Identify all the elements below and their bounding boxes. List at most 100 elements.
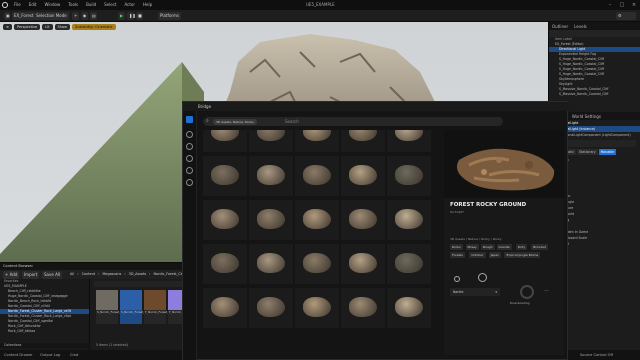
bridge-home-icon[interactable] [186,116,193,123]
bridge-asset-thumbnail[interactable] [295,244,339,284]
import-button[interactable]: Import [22,271,40,279]
bridge-downloads-icon[interactable] [186,167,193,174]
bridge-asset-thumbnail[interactable] [387,244,431,284]
mode-selector[interactable]: Selection Mode [34,12,69,20]
bridge-asset-thumbnail[interactable] [249,156,293,196]
asset-tag[interactable]: Dirty [515,244,528,250]
tab-levels[interactable]: Levels [574,24,587,29]
cmd-input[interactable]: Cmd [70,350,78,360]
add-actor-icon[interactable]: + [72,12,79,20]
save-icon[interactable]: ▣ [4,12,10,20]
bridge-asset-thumbnail[interactable] [249,200,293,240]
platforms-button[interactable]: Platforms [158,12,181,20]
output-log-button[interactable]: Output Log [40,350,60,360]
scalability-warning[interactable]: Scalability: Cinematic [71,23,116,30]
show-button[interactable]: Show [54,23,70,30]
menu-select[interactable]: Select [100,0,120,10]
asset-tag[interactable]: Outdoor [469,252,486,258]
close-icon[interactable]: × [628,0,640,10]
bridge-asset-thumbnail[interactable] [341,130,385,152]
bridge-local-icon[interactable] [186,131,193,138]
settings-button[interactable]: ⚙ [616,12,636,20]
source-control-status[interactable]: Source Control Off [580,350,613,360]
collections-header[interactable]: Collections [0,343,90,348]
menu-window[interactable]: Window [40,0,64,10]
breadcrumb-item[interactable]: Megascans [102,271,121,278]
quality-dropdown[interactable]: Nanite ▾ [450,288,500,296]
menu-build[interactable]: Build [82,0,100,10]
bridge-asset-thumbnail[interactable] [249,244,293,284]
asset-tile[interactable]: T_Nordic_Forest_Clust... [144,290,178,324]
rock-thumbnail-image [303,253,331,273]
bridge-asset-thumbnail[interactable] [341,156,385,196]
play-icon[interactable]: ▶ [118,12,125,20]
bridge-asset-thumbnail[interactable] [249,288,293,328]
bridge-asset-thumbnail[interactable] [203,244,247,284]
save-all-button[interactable]: Save All [42,271,63,279]
viewport-menu-icon[interactable]: ≡ [3,23,12,30]
bridge-asset-thumbnail[interactable] [341,200,385,240]
stop-icon[interactable]: ■ [136,12,143,20]
bridge-search[interactable]: ⌕ 3D Assets, Nature, Rocks Search [203,117,503,126]
content-drawer-button[interactable]: Content Drawer [4,350,33,360]
level-tab[interactable]: EX_Forest [12,12,36,20]
bridge-asset-thumbnail[interactable] [295,200,339,240]
mobility-movable[interactable]: Movable [598,149,617,155]
bridge-favorites-icon[interactable] [186,155,193,162]
bridge-asset-thumbnail[interactable] [203,288,247,328]
add-to-collection-icon[interactable] [454,276,460,282]
bridge-asset-thumbnail[interactable] [203,200,247,240]
asset-tag[interactable]: Japan [488,252,501,258]
rock-thumbnail-image [211,209,239,229]
lit-mode-button[interactable]: Lit [42,23,53,30]
view-mode-button[interactable]: Perspective [13,23,41,30]
asset-tile[interactable]: S_Nordic_Forest_Clust... [96,290,130,324]
menu-actor[interactable]: Actor [120,0,139,10]
pause-icon[interactable]: ❚❚ [127,12,136,20]
bridge-asset-thumbnail[interactable] [387,156,431,196]
maximize-icon[interactable]: □ [616,0,628,10]
breadcrumb-item[interactable]: 3D_Assets [129,271,147,278]
outliner-search[interactable] [549,30,640,37]
breadcrumb-item[interactable]: Content [82,271,96,278]
bridge-asset-thumbnail[interactable] [203,130,247,152]
menu-edit[interactable]: Edit [25,0,41,10]
asset-tag[interactable]: Tropical Jungle Biome [504,252,541,258]
bridge-asset-thumbnail[interactable] [387,288,431,328]
breadcrumb-item[interactable]: All [70,271,74,278]
add-button[interactable]: + Add [3,271,20,279]
bridge-asset-thumbnail[interactable] [295,288,339,328]
outliner-row[interactable]: S_Massive_Nordic_Coastal_Cliff [549,92,640,97]
cinematics-icon[interactable]: ▤ [90,12,97,20]
minimize-icon[interactable]: – [604,0,616,10]
menu-file[interactable]: File [10,0,25,10]
bridge-asset-thumbnail[interactable] [249,130,293,152]
bridge-asset-thumbnail[interactable] [203,156,247,196]
asset-tag[interactable]: Mossy [465,244,479,250]
asset-tag[interactable]: Granite [496,244,512,250]
asset-tag[interactable]: Forests [450,252,465,258]
asset-tag[interactable]: Brooded [531,244,548,250]
bridge-settings-icon[interactable] [186,179,193,186]
bridge-asset-thumbnail[interactable] [387,130,431,152]
menu-tools[interactable]: Tools [64,0,82,10]
folder-item[interactable]: Rock_Cliff_tdtkaa [0,329,89,334]
bridge-asset-thumbnail[interactable] [387,200,431,240]
bridge-asset-thumbnail[interactable] [295,130,339,152]
bridge-asset-thumbnail[interactable] [341,288,385,328]
bridge-asset-thumbnail[interactable] [295,156,339,196]
more-options-icon[interactable]: ⋯ [544,288,549,294]
asset-tag[interactable]: Rough [481,244,495,250]
tab-outliner[interactable]: Outliner [552,24,568,29]
bridge-collections-icon[interactable] [186,143,193,150]
bridge-asset-thumbnail[interactable] [341,244,385,284]
blueprint-icon[interactable]: ◆ [81,12,88,20]
asset-tag[interactable]: Rocks [450,244,463,250]
search-filter-chip[interactable]: 3D Assets, Nature, Rocks [213,118,257,125]
unreal-logo-icon[interactable] [0,0,10,10]
quality-icon[interactable] [478,273,487,282]
tab-world-settings[interactable]: World Settings [572,114,601,119]
menu-help[interactable]: Help [139,0,156,10]
asset-tile[interactable]: S_Nordic_Forest_Clust... [120,290,154,324]
mobility-stationary[interactable]: Stationary [577,149,598,155]
